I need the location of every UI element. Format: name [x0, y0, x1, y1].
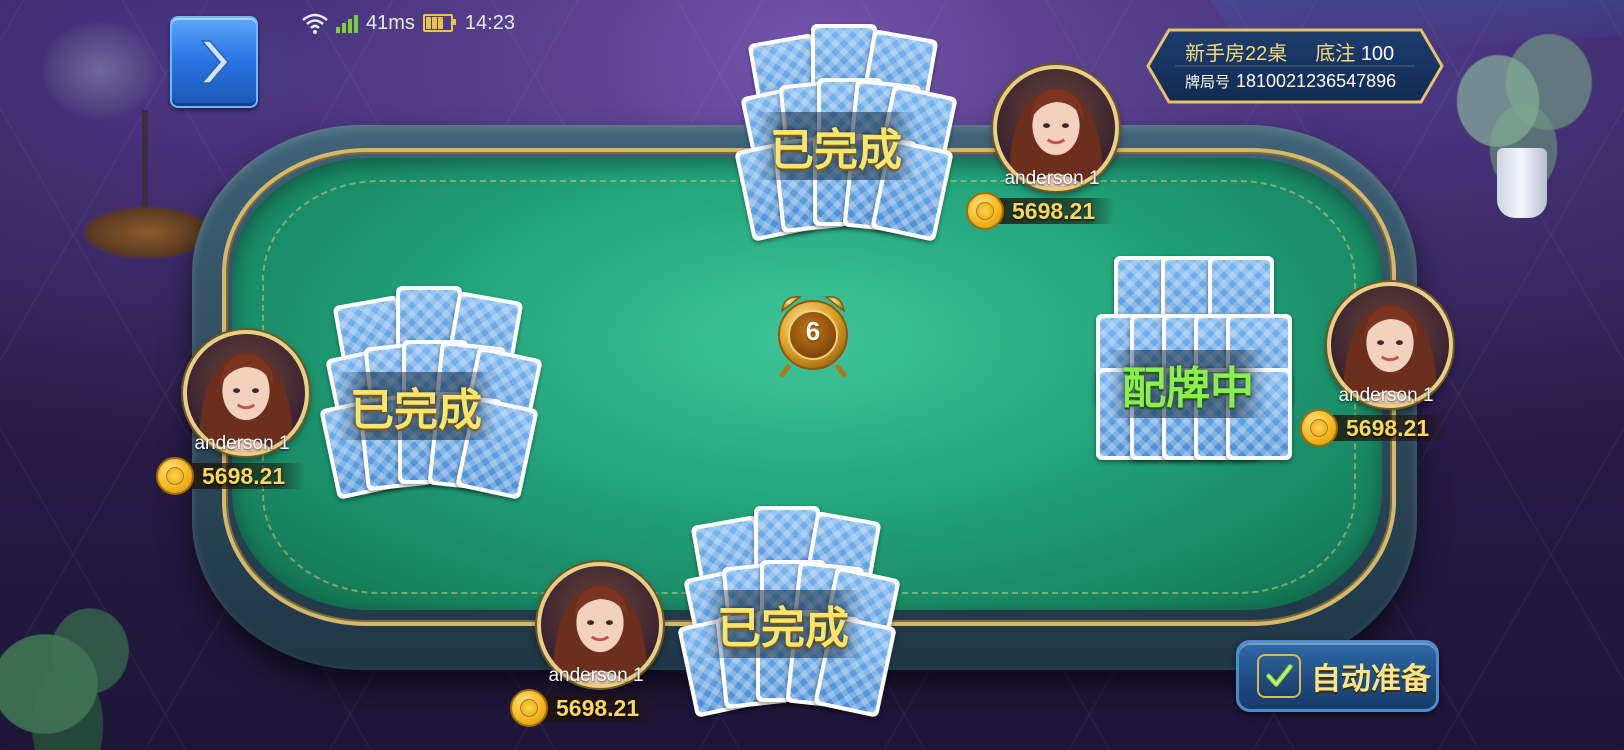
player-bottom-status: 已完成	[703, 590, 863, 658]
wifi-icon	[302, 13, 328, 34]
chevron-right-icon	[200, 40, 229, 84]
ping-text: 41ms	[366, 11, 415, 34]
base-bet: 底注 100	[1315, 37, 1394, 66]
gold-coin-icon	[510, 689, 548, 727]
room-name: 新手房22桌	[1185, 43, 1288, 65]
coin-balance: 5698.21	[1300, 409, 1450, 447]
clock-text: 14:23	[464, 11, 515, 34]
game-id-label: 牌局号	[1185, 74, 1231, 91]
coin-balance: 5698.21	[966, 192, 1116, 230]
player-name: anderson 1	[194, 433, 290, 454]
player-name: anderson 1	[1338, 385, 1434, 406]
countdown-timer: 6	[768, 289, 858, 379]
player-left-status: 已完成	[336, 372, 496, 440]
coin-amount: 5698.21	[202, 462, 286, 489]
base-bet-value: 100	[1360, 43, 1395, 65]
back-button[interactable]	[170, 16, 258, 108]
player-top-status: 已完成	[756, 112, 916, 180]
coin-amount: 5698.21	[556, 694, 640, 721]
game-table-screen: 41ms 14:23 新手房22桌 底注 100 牌局号 181002123654…	[0, 0, 1624, 750]
device-status-bar: 41ms 14:23	[302, 8, 515, 38]
checkmark-icon	[1257, 654, 1301, 698]
coin-balance: 5698.21	[510, 689, 660, 727]
game-id-value: 1810021236547896	[1236, 71, 1397, 91]
signal-icon	[336, 13, 358, 33]
coin-balance: 5698.21	[156, 457, 306, 495]
auto-ready-label: 自动准备	[1311, 662, 1431, 697]
countdown-number: 6	[805, 316, 821, 346]
coin-amount: 5698.21	[1012, 197, 1096, 224]
player-name: anderson 1	[548, 665, 644, 686]
coin-amount: 5698.21	[1346, 414, 1430, 441]
player-name: anderson 1	[1004, 168, 1100, 189]
player-seat-right[interactable]: anderson 1 5698.21	[1300, 282, 1460, 447]
plant-pot	[1497, 148, 1547, 218]
decorative-plant	[0, 585, 150, 750]
gold-coin-icon	[966, 192, 1004, 230]
player-seat-left[interactable]: anderson 1 5698.21	[156, 330, 316, 495]
room-info-panel: 新手房22桌 底注 100 牌局号 1810021236547896	[1145, 27, 1445, 105]
gold-coin-icon	[156, 457, 194, 495]
auto-ready-button[interactable]: 自动准备	[1236, 640, 1439, 712]
base-bet-label: 底注	[1315, 43, 1356, 65]
decorative-lamp	[40, 20, 215, 260]
player-seat-top[interactable]: anderson 1 5698.21	[966, 65, 1126, 230]
gold-coin-icon	[1300, 409, 1338, 447]
player-right-status: 配牌中	[1108, 350, 1268, 418]
player-seat-bottom[interactable]: anderson 1 5698.21	[510, 562, 670, 727]
battery-icon	[422, 14, 456, 32]
